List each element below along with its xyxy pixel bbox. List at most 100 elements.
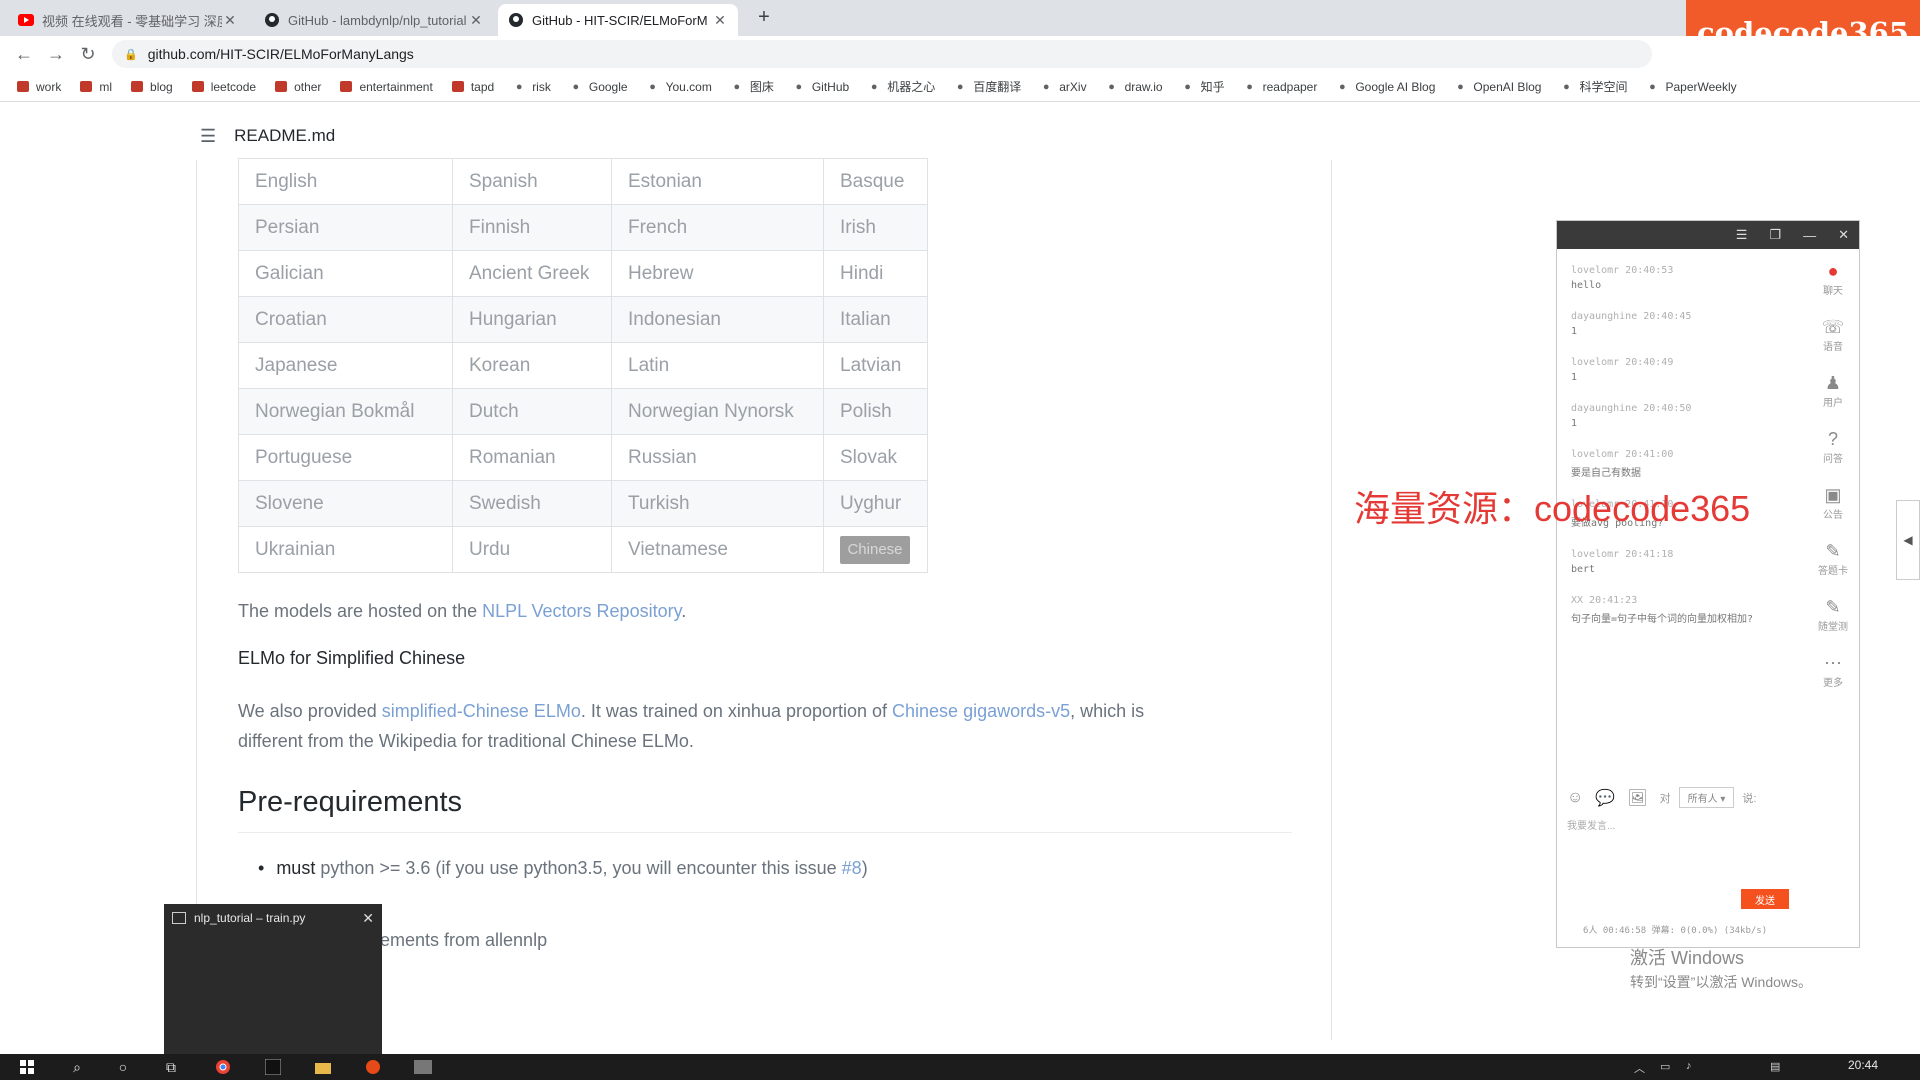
bookmark-item[interactable]: ● readpaper xyxy=(1243,80,1317,94)
recipient-select[interactable]: 所有人 ▾ xyxy=(1678,787,1735,808)
simplified-chinese-elmo-link[interactable]: simplified-Chinese ELMo xyxy=(382,701,581,721)
bookmark-item[interactable]: entertainment xyxy=(339,80,433,94)
restore-icon[interactable]: ❐ xyxy=(1769,227,1781,243)
tab-video[interactable]: 视频 在线观看 - 零基础学习 深度学习 ✕ xyxy=(8,4,248,36)
chat-side-label: 语音 xyxy=(1823,342,1843,353)
volume-icon[interactable]: ♪ xyxy=(1686,1060,1692,1072)
network-icon[interactable]: ▭ xyxy=(1660,1060,1670,1073)
chat-text: 1 xyxy=(1571,372,1578,383)
chat-side-item[interactable]: ☏ 语音 xyxy=(1815,317,1851,353)
chrome-icon[interactable] xyxy=(212,1058,234,1076)
google-icon: ● xyxy=(572,80,580,93)
new-tab-button[interactable]: + xyxy=(752,6,776,29)
chat-status-bar: 6人 00:46:58 弹幕: 0(0.0%) (34kb/s) xyxy=(1583,926,1768,936)
image-icon[interactable]: 🖼 xyxy=(1627,788,1647,808)
notification-icon[interactable]: ▤ xyxy=(1770,1060,1780,1073)
table-cell: Hungarian xyxy=(452,296,612,343)
bookmark-item[interactable]: ● arXiv xyxy=(1039,80,1087,94)
close-icon[interactable]: ✕ xyxy=(362,910,374,927)
youcom-icon: ● xyxy=(649,80,656,93)
bookmark-item[interactable]: ● risk xyxy=(512,80,551,94)
taskbar-clock[interactable]: 20:44 xyxy=(1848,1058,1878,1072)
elmo-text-4: different from the Wikipedia for traditi… xyxy=(238,731,694,751)
bookmark-item[interactable]: ● 科学空间 xyxy=(1559,78,1627,95)
chat-side-item[interactable]: ♟ 用户 xyxy=(1815,373,1851,409)
forward-arrow-icon[interactable]: → xyxy=(44,42,68,66)
bookmark-item[interactable]: ● 机器之心 xyxy=(867,78,935,95)
task-view-icon[interactable]: ⧉ xyxy=(160,1058,182,1076)
tab-elmo[interactable]: GitHub - HIT-SCIR/ELMoForM ✕ xyxy=(498,4,738,36)
chat-side-item[interactable]: ✎ 答题卡 xyxy=(1815,541,1851,577)
close-icon[interactable]: ✕ xyxy=(222,12,238,29)
file-explorer-icon[interactable] xyxy=(312,1058,334,1076)
bookmark-item[interactable]: ● Google xyxy=(569,80,628,94)
bookmark-label: Google xyxy=(588,79,628,94)
chat-titlebar: ☰ ❐ — ✕ xyxy=(1557,221,1859,249)
bookmark-item[interactable]: work xyxy=(16,80,61,94)
bookmark-item[interactable]: leetcode xyxy=(191,80,256,94)
terminal-icon[interactable] xyxy=(412,1058,434,1076)
chat-input[interactable]: 我要发言... xyxy=(1567,817,1777,897)
emoji-icon[interactable]: ☺ xyxy=(1567,789,1583,807)
close-icon[interactable]: ✕ xyxy=(1838,227,1849,243)
search-icon[interactable]: ⌕ xyxy=(66,1058,88,1076)
list-icon[interactable]: ☰ xyxy=(200,126,216,147)
drawio-icon: ● xyxy=(1108,80,1115,93)
elmo-chinese-heading: ELMo for Simplified Chinese xyxy=(238,648,466,668)
bookmark-item[interactable]: ml xyxy=(79,80,112,94)
bookmark-label: 科学空间 xyxy=(1579,80,1628,94)
close-icon[interactable]: ✕ xyxy=(468,12,484,29)
chat-text: 1 xyxy=(1571,326,1578,337)
table-cell: Croatian xyxy=(238,296,453,343)
pycharm-icon[interactable] xyxy=(262,1058,284,1076)
table-cell: Indonesian xyxy=(611,296,824,343)
folder-icon xyxy=(451,80,465,94)
user-icon: ♟ xyxy=(1824,373,1842,393)
windows-taskbar: ⌕ ○ ⧉ ︿ ▭ ♪ ▤ 20:44 xyxy=(0,1054,1920,1080)
bookmark-item[interactable]: ● Google AI Blog xyxy=(1335,80,1435,94)
cortana-icon[interactable]: ○ xyxy=(112,1058,134,1076)
minimize-icon[interactable]: — xyxy=(1803,228,1816,243)
taskbar-window-preview[interactable]: nlp_tutorial – train.py ✕ xyxy=(164,904,382,1054)
bubble-icon[interactable]: 💬 xyxy=(1595,788,1615,808)
bookmark-item[interactable]: other xyxy=(274,80,321,94)
openai-icon: ● xyxy=(1457,80,1464,93)
collapse-arrow-icon[interactable]: ◀ xyxy=(1896,500,1920,580)
table-cell: Dutch xyxy=(452,388,612,435)
gigawords-link[interactable]: Chinese gigawords-v5 xyxy=(892,701,1070,721)
close-icon[interactable]: ✕ xyxy=(712,12,728,29)
windows-start-icon[interactable] xyxy=(16,1058,38,1076)
tray-chevron-icon[interactable]: ︿ xyxy=(1634,1060,1645,1076)
bookmark-item[interactable]: ● 图床 xyxy=(730,78,774,95)
menu-icon[interactable]: ☰ xyxy=(1736,227,1748,243)
bookmark-item[interactable]: ● OpenAI Blog xyxy=(1453,80,1541,94)
bookmark-item[interactable]: ● draw.io xyxy=(1105,80,1162,94)
chat-side-item[interactable]: ▣ 公告 xyxy=(1815,485,1851,521)
bookmark-item[interactable]: ● GitHub xyxy=(792,79,850,94)
nlpl-link[interactable]: NLPL Vectors Repository xyxy=(482,601,681,621)
bookmark-item[interactable]: ● PaperWeekly xyxy=(1645,80,1736,94)
bookmark-item[interactable]: ● 百度翻译 xyxy=(953,78,1021,95)
chat-side-item[interactable]: ⋯ 更多 xyxy=(1815,653,1851,689)
github-icon xyxy=(508,12,524,28)
phone-icon: ☏ xyxy=(1821,317,1845,337)
bookmark-item[interactable]: blog xyxy=(130,80,173,94)
chat-side-item[interactable]: ● 聊天 xyxy=(1815,261,1851,297)
gear-icon: ● xyxy=(733,80,741,93)
app-icon[interactable] xyxy=(362,1058,384,1076)
bookmark-item[interactable]: ● 知乎 xyxy=(1181,78,1224,95)
bookmark-label: GitHub xyxy=(811,79,850,94)
address-bar[interactable]: 🔒 github.com/HIT-SCIR/ELMoForManyLangs xyxy=(112,40,1652,68)
back-arrow-icon[interactable]: ← xyxy=(12,42,36,66)
reload-icon[interactable]: ↻ xyxy=(76,42,100,66)
send-button[interactable]: 发送 xyxy=(1741,889,1789,909)
issue-link[interactable]: #8 xyxy=(842,858,862,878)
chat-side-item[interactable]: ? 问答 xyxy=(1815,429,1851,465)
bookmark-item[interactable]: ● You.com xyxy=(646,80,712,94)
folder-icon xyxy=(79,80,93,94)
tab-nlp-tutorial[interactable]: GitHub - lambdynlp/nlp_tutorial ✕ xyxy=(254,4,494,36)
bookmark-item[interactable]: tapd xyxy=(451,80,494,94)
table-row: English Spanish Estonian Basque xyxy=(238,158,928,205)
chat-side-item[interactable]: ✎ 随堂测 xyxy=(1815,597,1851,633)
table-cell: Japanese xyxy=(238,342,453,389)
